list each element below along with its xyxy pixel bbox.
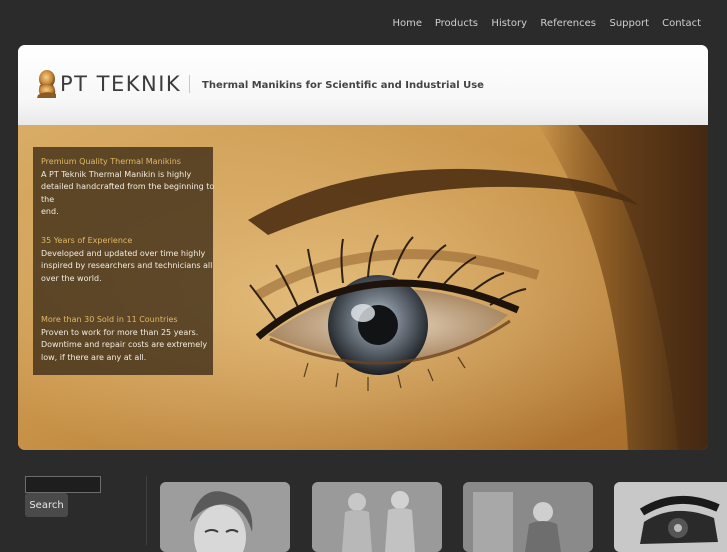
feature-sold: More than 30 Sold in 11 Countries Proven… [41, 314, 215, 364]
feature-line: inspired by researchers and technicians … [41, 261, 213, 270]
search-button[interactable]: Search [25, 493, 68, 517]
logo-text[interactable]: PT TEKNIK [60, 72, 181, 96]
feature-title: 35 Years of Experience [41, 236, 133, 245]
thumbnail-manikins[interactable] [312, 482, 442, 552]
feature-line: end. [41, 207, 59, 216]
site-header: PT TEKNIK Thermal Manikins for Scientifi… [18, 45, 708, 125]
feature-line: over the world. [41, 273, 102, 283]
feature-line: Proven to work for more than 25 years. [41, 327, 199, 337]
feature-experience: 35 Years of Experience Developed and upd… [41, 235, 215, 285]
features-box: Premium Quality Thermal Manikins A PT Te… [33, 147, 215, 375]
feature-line: A PT Teknik Thermal Manikin is highly [41, 169, 192, 179]
nav-home-link[interactable]: Home [392, 18, 422, 29]
feature-line: detailed handcrafted from the beginning … [41, 182, 215, 204]
nav-contact-link[interactable]: Contact [662, 18, 701, 29]
main-panel: PT TEKNIK Thermal Manikins for Scientifi… [18, 45, 708, 450]
nav-history-link[interactable]: History [491, 18, 527, 29]
feature-title: Premium Quality Thermal Manikins [41, 157, 181, 166]
thumbnail-telephone[interactable] [614, 482, 727, 552]
nav-references-link[interactable]: References [540, 18, 596, 29]
feature-line: Downtime and repair costs are extremely [41, 340, 208, 349]
bottom-divider [146, 476, 147, 545]
manikin-head-icon [37, 70, 56, 98]
feature-line: low, if there are any at all. [41, 352, 147, 362]
feature-title: More than 30 Sold in 11 Countries [41, 315, 178, 324]
search-input[interactable] [25, 476, 101, 493]
site-tagline: Thermal Manikins for Scientific and Indu… [202, 80, 484, 91]
feature-quality: Premium Quality Thermal Manikins A PT Te… [41, 156, 215, 219]
header-divider [189, 75, 190, 93]
nav-products-link[interactable]: Products [435, 18, 478, 29]
thumbnail-lab[interactable] [463, 482, 593, 552]
nav-support-link[interactable]: Support [609, 18, 649, 29]
feature-line: Developed and updated over time highly [41, 248, 206, 258]
thumbnail-woman[interactable] [160, 482, 290, 552]
